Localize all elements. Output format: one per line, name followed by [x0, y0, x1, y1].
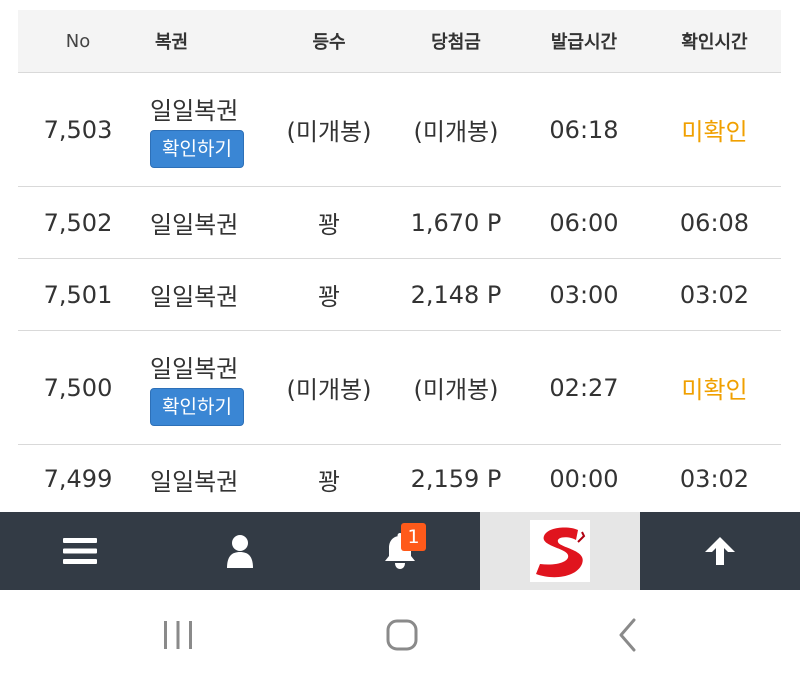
cell-checked-time: 미확인 [681, 376, 748, 404]
back-button[interactable] [598, 610, 658, 660]
table-row: 7,503 일일복권 확인하기 (미개봉) (미개봉) 06:18 미확인 [18, 73, 781, 187]
cell-prize: 1,670 P [410, 208, 502, 237]
cell-rank: 꽝 [317, 211, 341, 239]
cell-ticket: 일일복권 [138, 205, 266, 240]
cell-issued-time: 06:18 [549, 115, 619, 144]
cell-checked-time: 03:02 [679, 465, 750, 493]
arrow-up-icon [705, 537, 735, 565]
site-logo-button[interactable] [480, 512, 640, 590]
header-issued-time: 발급시간 [550, 32, 618, 53]
table-header: No 복권 등수 당첨금 발급시간 확인시간 [18, 10, 781, 73]
site-logo [530, 520, 590, 582]
notification-button[interactable] [320, 512, 480, 590]
cell-rank: (미개봉) [286, 118, 372, 146]
confirm-button[interactable]: 확인하기 [150, 130, 244, 168]
header-rank: 등수 [312, 32, 346, 53]
ticket-name: 일일복권 [150, 283, 239, 311]
lottery-table: No 복권 등수 당첨금 발급시간 확인시간 7,503 일일복권 확인하기 (… [18, 10, 781, 513]
user-icon [227, 535, 253, 568]
header-checked-time: 확인시간 [681, 32, 748, 53]
header-no: No [65, 30, 91, 52]
header-prize: 당첨금 [431, 32, 481, 53]
ticket-name: 일일복권 [150, 97, 239, 125]
notification-badge: 1 [401, 523, 426, 551]
scroll-top-button[interactable] [640, 512, 800, 590]
cell-ticket: 일일복권 확인하기 [138, 91, 266, 168]
header-ticket: 복권 [155, 32, 189, 53]
cell-rank: 꽝 [317, 283, 341, 311]
table-row: 7,501 일일복권 꽝 2,148 P 03:00 03:02 [18, 259, 781, 331]
ticket-name: 일일복권 [150, 355, 239, 383]
cell-no: 7,502 [43, 208, 113, 237]
cell-ticket: 일일복권 [138, 277, 266, 312]
cell-issued-time: 00:00 [549, 465, 619, 493]
cell-no: 7,501 [43, 280, 113, 309]
table-row: 7,502 일일복권 꽝 1,670 P 06:00 06:08 [18, 187, 781, 259]
user-button[interactable] [160, 512, 320, 590]
cell-rank: 꽝 [317, 467, 341, 496]
cell-prize: (미개봉) [413, 376, 499, 404]
table-row: 7,500 일일복권 확인하기 (미개봉) (미개봉) 02:27 미확인 [18, 331, 781, 445]
cell-checked-time: 미확인 [681, 118, 748, 146]
cell-no: 7,500 [43, 373, 113, 402]
home-icon [386, 619, 418, 651]
cell-rank: (미개봉) [286, 376, 372, 404]
bottom-nav [0, 512, 800, 590]
table-row: 7,499 일일복권 꽝 2,159 P 00:00 03:02 [18, 445, 781, 513]
back-icon [619, 618, 636, 652]
ticket-name: 일일복권 [150, 211, 239, 239]
cell-no: 7,499 [43, 465, 113, 493]
menu-icon [63, 538, 97, 564]
cell-checked-time: 06:08 [679, 208, 750, 237]
system-nav-bar [0, 590, 800, 683]
cell-issued-time: 03:00 [549, 280, 619, 309]
home-button[interactable] [372, 610, 432, 660]
cell-ticket: 일일복권 확인하기 [138, 349, 266, 426]
cell-prize: 2,148 P [410, 280, 502, 309]
ticket-name: 일일복권 [150, 467, 239, 496]
cell-issued-time: 02:27 [549, 373, 619, 402]
cell-prize: (미개봉) [413, 118, 499, 146]
cell-prize: 2,159 P [410, 465, 502, 493]
cell-no: 7,503 [43, 115, 113, 144]
menu-button[interactable] [0, 512, 160, 590]
recent-apps-icon [164, 621, 192, 649]
cell-issued-time: 06:00 [549, 208, 619, 237]
cell-checked-time: 03:02 [679, 280, 750, 309]
recent-apps-button[interactable] [148, 610, 208, 660]
confirm-button[interactable]: 확인하기 [150, 388, 244, 426]
cell-ticket: 일일복권 [138, 462, 266, 497]
